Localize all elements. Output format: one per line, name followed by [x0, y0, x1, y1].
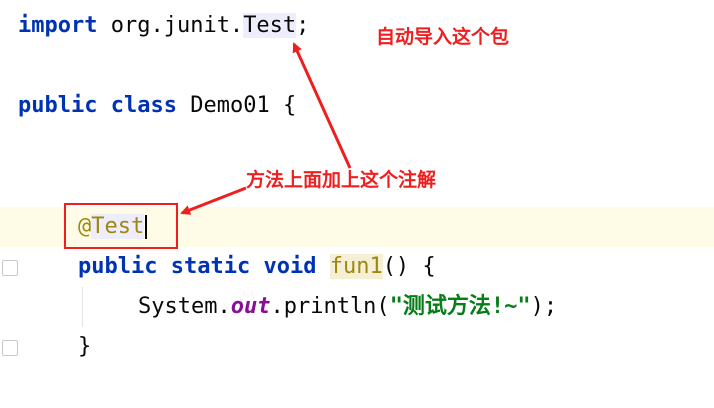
callout-arrows: [180, 42, 352, 215]
arrow-to-import: [292, 42, 352, 169]
arrow-to-annotation: [180, 186, 247, 215]
